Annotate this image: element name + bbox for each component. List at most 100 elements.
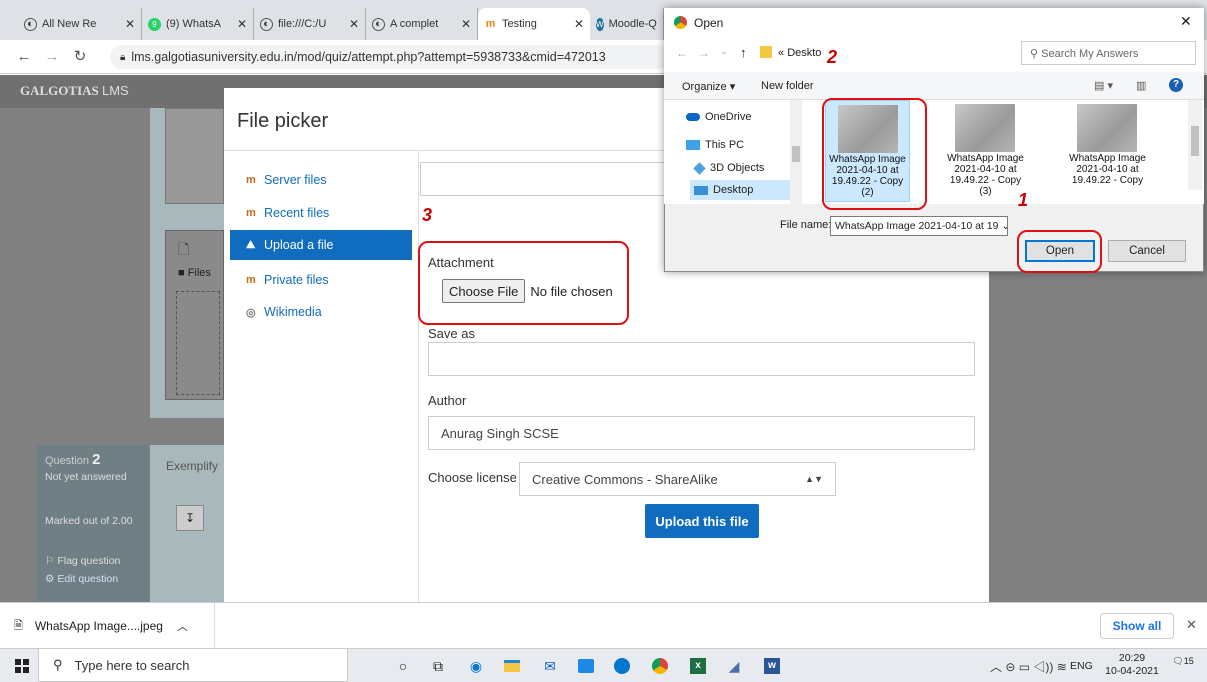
browser-tab[interactable]: 9 (9) WhatsA ✕ [142,8,254,40]
lms-logo: GALGOTIAS LMS [20,83,129,98]
view-options-icon[interactable]: ▤ ▾ [1094,79,1113,92]
moodle-icon: m [485,18,496,30]
search-input[interactable]: ⚲ Search My Answers [1021,41,1196,65]
lock-icon: 🔒︎ [120,51,126,63]
save-as-label: Save as [428,326,475,341]
upload-file-button[interactable]: Upload this file [645,504,759,538]
organize-button[interactable]: Organize ▾ [682,80,735,93]
up-icon[interactable]: ↑ [740,45,747,60]
chevron-up-icon[interactable]: ︿ [177,618,188,634]
wordpress-icon: W [596,17,604,31]
globe-icon: ◐ [260,17,273,31]
store-icon[interactable] [576,656,596,676]
language-indicator[interactable]: ENG [1070,660,1093,672]
download-item[interactable]: 🗎︎ WhatsApp Image....jpeg ︿ [0,603,215,649]
download-bar: 🗎︎ WhatsApp Image....jpeg ︿ Show all ✕ [0,602,1207,649]
insert-button[interactable]: ↧ [176,505,204,531]
file-name-input[interactable]: WhatsApp Image 2021-04-10 at 19 ⌄ [830,216,1008,236]
file-icon[interactable]: 🗋︎ [178,239,189,263]
dialog-nav-pane: OneDrive This PC 3D Objects Desktop [664,100,802,204]
moodle-icon: m [246,174,256,186]
back-icon[interactable]: ← [676,46,688,60]
nav-onedrive[interactable]: OneDrive [686,111,751,123]
edit-question-link[interactable]: ⚙ Edit question [45,573,145,586]
divider [418,150,419,608]
upload-icon: ⛰ [246,238,256,251]
excel-icon[interactable]: x [688,656,708,676]
repo-upload-a-file[interactable]: ⛰ Upload a file [230,230,412,260]
reload-icon[interactable]: ↻ [70,47,90,67]
new-folder-button[interactable]: New folder [761,80,814,92]
license-select[interactable]: Creative Commons - ShareAlike ▲▼ [519,462,836,496]
browser-tab[interactable]: ◐ All New Re ✕ [18,8,142,40]
forward-icon[interactable]: → [698,46,710,60]
chevron-down-icon[interactable]: ⌄ [720,46,728,57]
editor-area [165,108,224,204]
save-as-input[interactable] [428,342,975,376]
close-tab-icon[interactable]: ✕ [231,17,247,31]
help-icon[interactable]: ? [1169,78,1183,92]
browser-tab[interactable]: WMoodle-Q✕ [590,8,664,40]
taskbar-search-input[interactable]: ⚲ Type here to search [38,648,348,682]
author-input[interactable]: Anurag Singh SCSE [428,416,975,450]
close-tab-icon[interactable]: ✕ [119,17,135,31]
moodle-icon: m [246,274,256,286]
task-view-icon[interactable]: ⧉ [428,656,448,676]
close-tab-icon[interactable]: ✕ [568,17,584,31]
close-icon[interactable]: ✕ [1180,13,1192,30]
close-tab-icon[interactable]: ✕ [657,17,664,31]
image-thumbnail [955,104,1015,152]
back-icon[interactable]: ← [14,47,34,67]
close-tab-icon[interactable]: ✕ [455,17,471,31]
browser-tab[interactable]: ◐ file:///C:/U ✕ [254,8,366,40]
notification-icon[interactable]: 🗨︎15 [1172,656,1194,676]
repo-server-files[interactable]: m Server files [230,166,412,194]
question-panel-2: Exemplify ↧ [150,445,224,602]
mail-icon[interactable]: ✉ [540,656,560,676]
close-icon[interactable]: ✕ [1186,617,1197,633]
chrome-icon [674,16,687,29]
nav-scrollbar[interactable] [790,100,802,204]
dell-icon[interactable] [612,656,632,676]
annotation-box-open [1017,230,1102,273]
computer-icon [686,140,700,150]
browser-tab[interactable]: ◐ A complet ✕ [366,8,478,40]
annotation-number-1: 1 [1018,190,1029,210]
nav-this-pc[interactable]: This PC [686,139,744,151]
cloud-icon [686,113,700,121]
repo-wikimedia[interactable]: ◎ Wikimedia [230,298,412,326]
search-icon: ⚲ [53,657,63,672]
flag-question-link[interactable]: ⚐ Flag question [45,555,120,567]
moodle-icon: m [246,207,256,219]
windows-start-icon[interactable] [12,656,32,676]
cancel-button[interactable]: Cancel [1108,240,1186,262]
clock[interactable]: 20:29 10-04-2021 [1104,652,1160,678]
show-all-button[interactable]: Show all [1100,613,1174,639]
browser-tab-active[interactable]: m Testing ✕ [478,8,590,40]
annotation-box-1-file [822,98,927,210]
repo-private-files[interactable]: m Private files [230,266,412,294]
nav-3d-objects[interactable]: 3D Objects [693,161,764,175]
filemanager-area: 🗋︎ ■ Files [165,230,224,400]
search-icon: ⚲ [1030,48,1039,60]
word-icon[interactable]: w [762,656,782,676]
cortana-icon[interactable]: ○ [393,656,413,676]
repo-recent-files[interactable]: m Recent files [230,199,412,227]
media-player-icon[interactable]: ◢ [724,656,744,676]
question-marks: Marked out of 2.00 [45,515,133,527]
file-item[interactable]: WhatsApp Image 2021-04-10 at 19.49.22 - … [943,100,1028,202]
forward-icon[interactable]: → [42,47,62,67]
file-item[interactable]: WhatsApp Image 2021-04-10 at 19.49.22 - … [1065,100,1150,202]
cube-icon [693,161,706,175]
address-bar[interactable]: 🔒︎ lms.galgotiasuniversity.edu.in/mod/qu… [110,45,670,69]
nav-desktop[interactable]: Desktop [690,180,790,200]
close-tab-icon[interactable]: ✕ [343,17,359,31]
drop-zone[interactable] [176,291,220,395]
preview-pane-icon[interactable]: ▥ [1136,79,1146,92]
files-scrollbar[interactable] [1188,100,1202,190]
edge-icon[interactable]: ◉ [466,656,486,676]
file-explorer-icon[interactable] [502,656,522,676]
chrome-icon[interactable] [650,656,670,676]
breadcrumb[interactable]: « Deskto [778,47,821,59]
system-tray-icons[interactable]: ︿ ⊝ ▭ ◁)) ≋ [990,658,1067,675]
